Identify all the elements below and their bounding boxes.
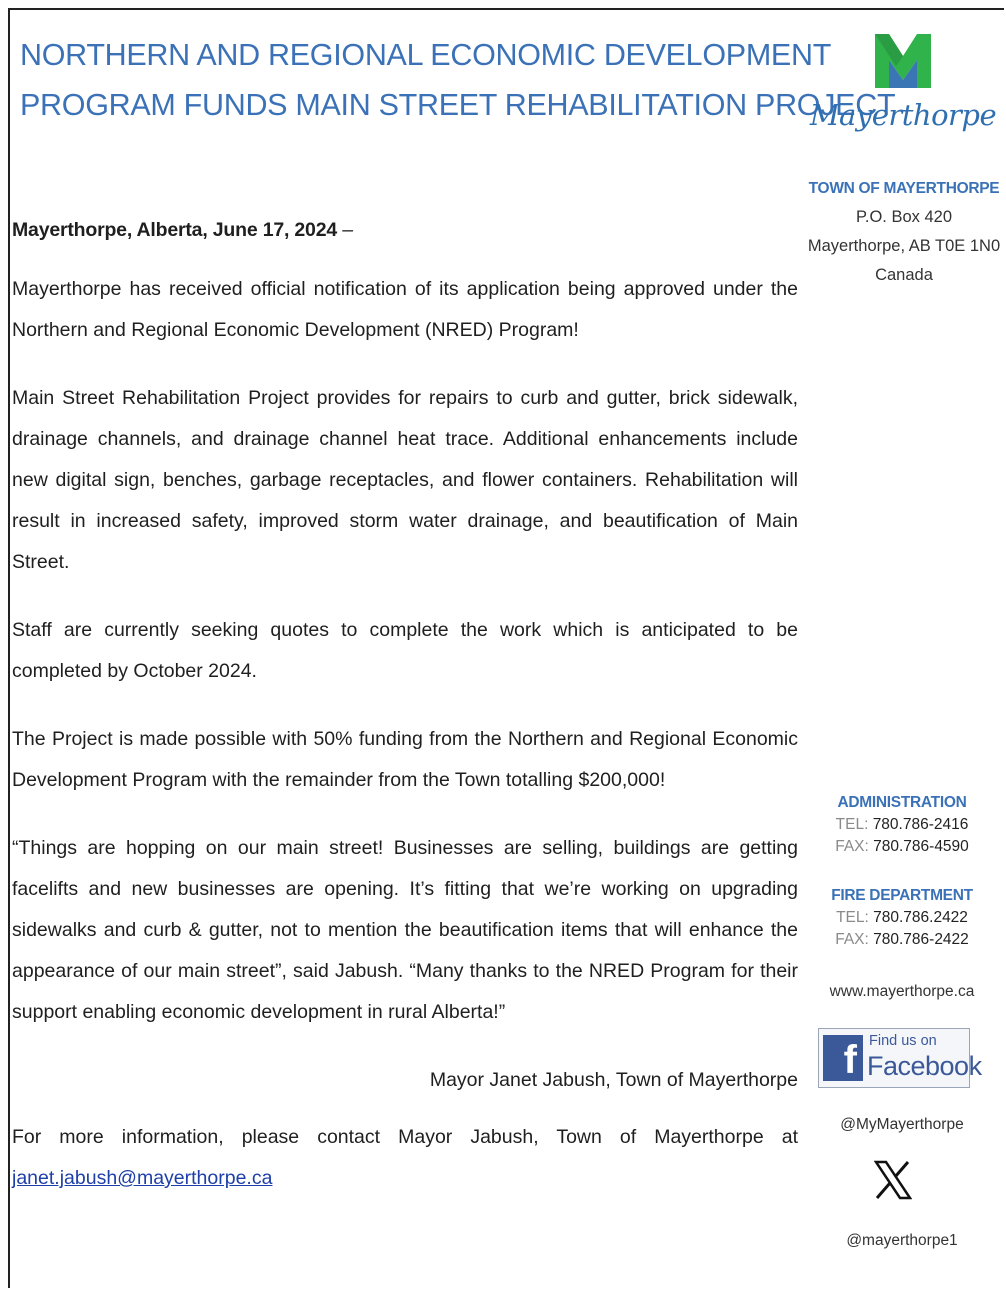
facebook-wordmark: Facebook [867, 1051, 982, 1081]
mayerthorpe-m-logo-icon [875, 34, 931, 88]
address-org: TOWN OF MAYERTHORPE [808, 180, 1000, 197]
paragraph-3: Staff are currently seeking quotes to co… [12, 619, 798, 682]
press-release-body: Mayerthorpe, Alberta, June 17, 2024 – Ma… [12, 210, 798, 1199]
town-address: TOWN OF MAYERTHORPE P.O. Box 420 Mayerth… [804, 174, 1004, 290]
paragraph-quote: “Things are hopping on our main street! … [12, 837, 798, 1023]
administration-tel: TEL: 780.786-2416 [835, 816, 969, 833]
facebook-icon: f [823, 1035, 863, 1082]
title-line-2: PROGRAM FUNDS MAIN STREET REHABILITATION… [20, 88, 896, 122]
dateline-dash: – [337, 219, 353, 241]
administration-fax: FAX: 780.786-4590 [835, 838, 969, 855]
facebook-find-text: Find us on [869, 1033, 937, 1049]
administration-label: ADMINISTRATION [837, 794, 967, 811]
paragraph-4: The Project is made possible with 50% fu… [12, 728, 798, 791]
fire-department-contact: FIRE DEPARTMENT TEL: 780.786.2422 FAX: 7… [812, 885, 992, 951]
facebook-handle: @MyMayerthorpe [840, 1116, 964, 1133]
paragraph-1: Mayerthorpe has received official notifi… [12, 278, 798, 341]
logo-wordmark: Mayerthorpe [809, 98, 997, 132]
title-line-1: NORTHERN AND REGIONAL ECONOMIC DEVELOPME… [20, 38, 832, 72]
mayerthorpe-logo: Mayerthorpe [808, 26, 998, 151]
contact-email-link[interactable]: janet.jabush@mayerthorpe.ca [12, 1167, 272, 1189]
contact-line: For more information, please contact May… [12, 1117, 798, 1199]
x-logo-icon[interactable] [874, 1160, 912, 1200]
address-po-box: P.O. Box 420 [855, 208, 952, 226]
address-city: Mayerthorpe, AB T0E 1N0 [807, 237, 1001, 255]
fire-fax: FAX: 780.786-2422 [835, 931, 969, 948]
facebook-badge[interactable]: f Find us on Facebook [818, 1028, 982, 1088]
dateline: Mayerthorpe, Alberta, June 17, 2024 – [12, 210, 798, 251]
dateline-text: Mayerthorpe, Alberta, June 17, 2024 [12, 219, 337, 241]
signature: Mayor Janet Jabush, Town of Mayerthorpe [429, 1069, 798, 1091]
address-country: Canada [875, 266, 933, 284]
administration-contact: ADMINISTRATION TEL: 780.786-2416 FAX: 78… [812, 792, 992, 858]
website-link[interactable]: www.mayerthorpe.ca [812, 983, 992, 1001]
fire-tel: TEL: 780.786.2422 [836, 909, 968, 926]
contact-text: For more information, please contact May… [12, 1126, 798, 1148]
x-handle: @mayerthorpe1 [846, 1232, 958, 1249]
fire-department-label: FIRE DEPARTMENT [831, 887, 973, 904]
paragraph-2: Main Street Rehabilitation Project provi… [12, 387, 798, 573]
page-title: NORTHERN AND REGIONAL ECONOMIC DEVELOPME… [20, 30, 896, 130]
